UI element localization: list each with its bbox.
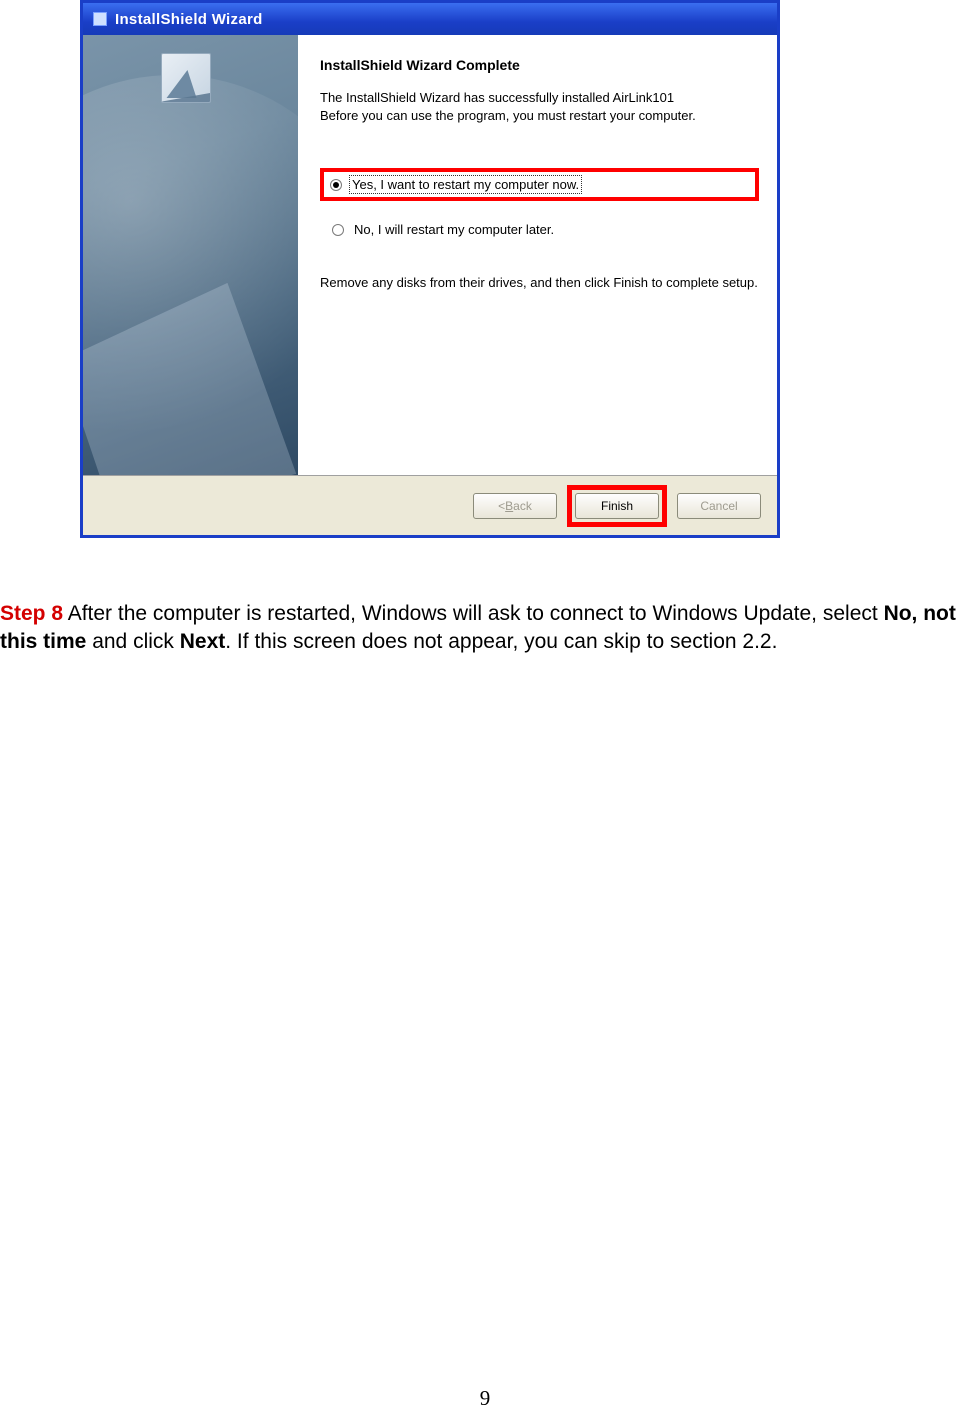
desc-line-2: Before you can use the program, you must… [320, 108, 696, 123]
window-title: InstallShield Wizard [115, 11, 263, 28]
installshield-logo-icon [161, 53, 211, 103]
installshield-window: InstallShield Wizard InstallShield Wizar… [80, 0, 780, 538]
step-text-2: and click [86, 630, 179, 653]
highlight-finish: Finish [567, 485, 667, 527]
step-instruction: Step 8 After the computer is restarted, … [0, 600, 970, 657]
back-prefix: < [498, 499, 505, 513]
title-bar: InstallShield Wizard [83, 3, 777, 35]
button-bar: < Back Finish Cancel [83, 475, 777, 535]
radio-icon [330, 179, 342, 191]
step-bold-2: Next [180, 630, 226, 653]
cancel-button: Cancel [677, 493, 761, 519]
wizard-content: InstallShield Wizard Complete The Instal… [298, 35, 777, 475]
window-body: InstallShield Wizard Complete The Instal… [83, 35, 777, 475]
radio-icon [332, 224, 344, 236]
radio-restart-later[interactable]: No, I will restart my computer later. [332, 221, 759, 238]
radio-restart-now[interactable]: Yes, I want to restart my computer now. [330, 176, 751, 193]
back-rest: ack [513, 499, 532, 513]
finish-button[interactable]: Finish [575, 493, 659, 519]
highlight-restart-now: Yes, I want to restart my computer now. [320, 168, 759, 201]
step-text-1: After the computer is restarted, Windows… [63, 602, 884, 625]
remove-disks-text: Remove any disks from their drives, and … [320, 274, 759, 292]
app-icon [93, 12, 107, 26]
back-button: < Back [473, 493, 557, 519]
step-text-3: . If this screen does not appear, you ca… [225, 630, 777, 653]
wizard-description: The InstallShield Wizard has successfull… [320, 89, 759, 124]
wizard-sidebar-graphic [83, 35, 298, 475]
desc-line-1: The InstallShield Wizard has successfull… [320, 90, 674, 105]
page-number: 9 [0, 1386, 970, 1411]
radio-restart-now-label: Yes, I want to restart my computer now. [350, 176, 581, 193]
back-underline: B [505, 499, 513, 513]
wizard-heading: InstallShield Wizard Complete [320, 57, 759, 73]
step-label: Step 8 [0, 602, 63, 625]
radio-restart-later-label: No, I will restart my computer later. [352, 221, 556, 238]
